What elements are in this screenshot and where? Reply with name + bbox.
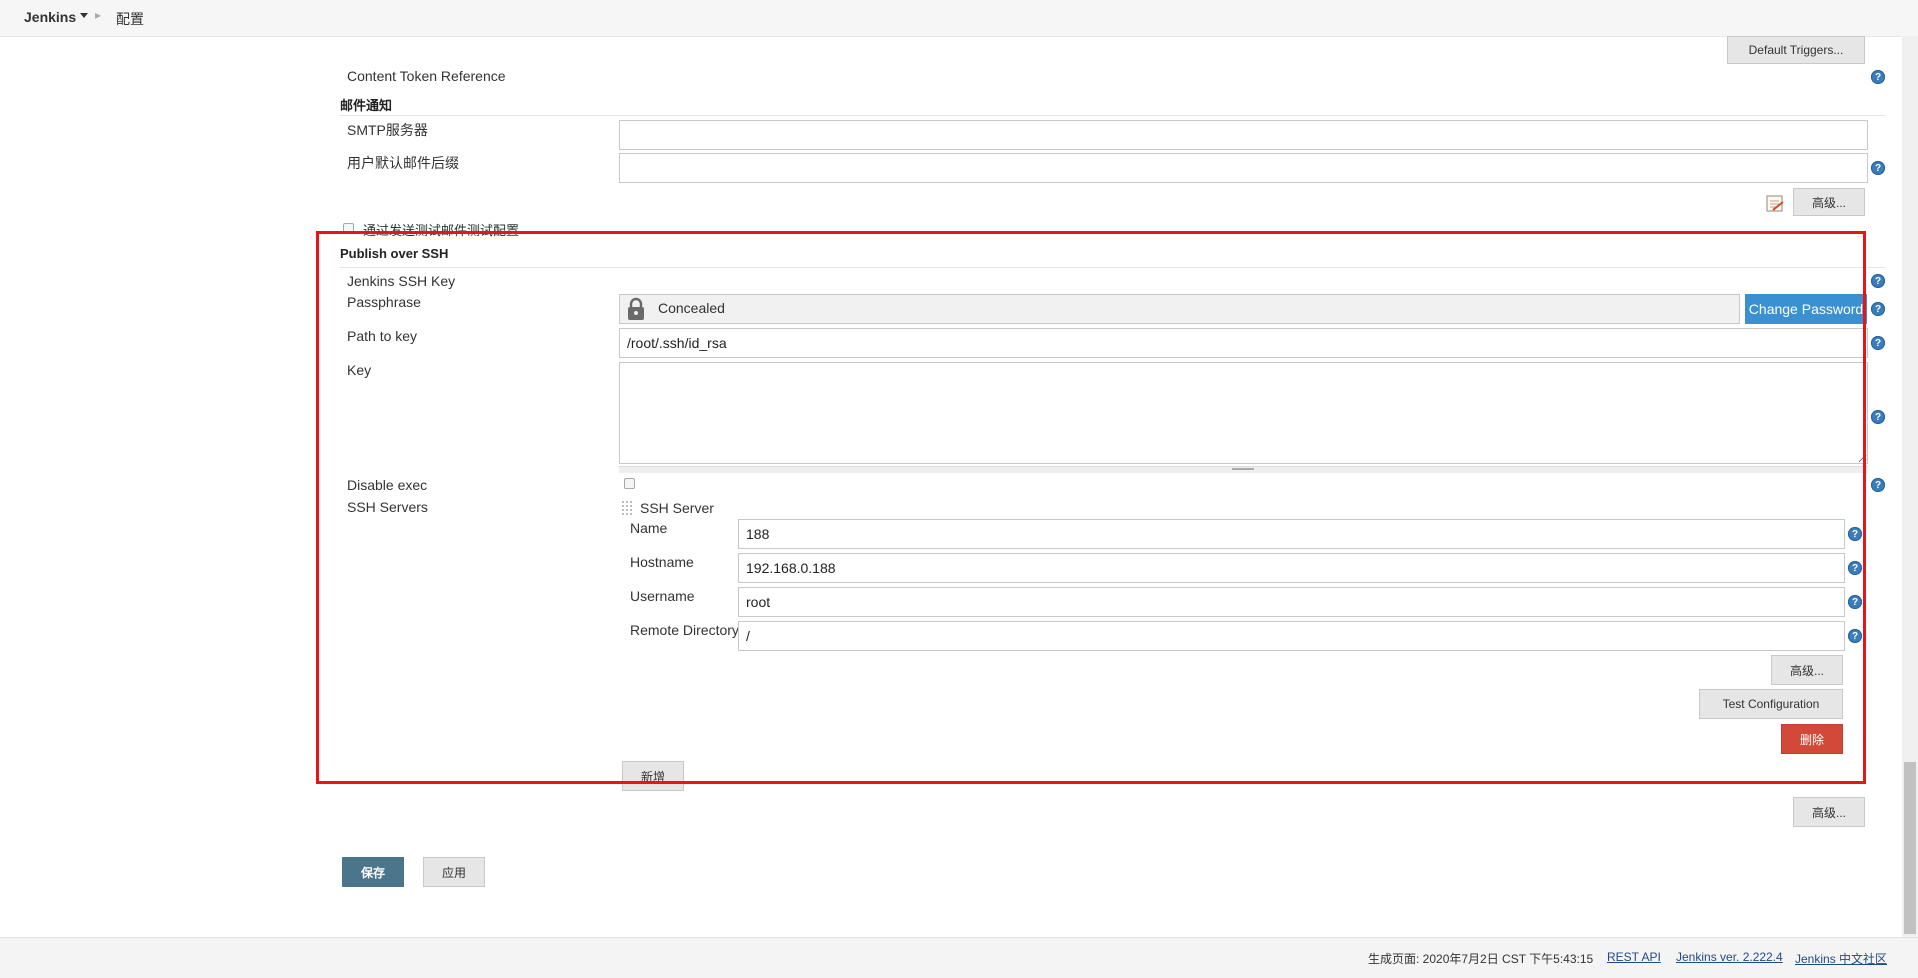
smtp-server-input[interactable] xyxy=(619,120,1868,150)
ssh-advanced-button[interactable]: 高级... xyxy=(1793,797,1865,827)
highlight-box xyxy=(316,231,1866,784)
save-button[interactable]: 保存 xyxy=(342,857,404,887)
default-triggers-button[interactable]: Default Triggers... xyxy=(1727,36,1865,64)
help-icon[interactable]: ? xyxy=(1871,302,1885,316)
default-suffix-input[interactable] xyxy=(619,153,1868,183)
content-token-reference-label: Content Token Reference xyxy=(347,68,506,84)
notepad-icon[interactable] xyxy=(1765,193,1785,213)
breadcrumb-home[interactable]: Jenkins xyxy=(24,9,76,25)
breadcrumb-bar xyxy=(0,0,1918,37)
help-icon[interactable]: ? xyxy=(1871,410,1885,424)
chevron-down-icon[interactable] xyxy=(80,13,88,18)
scrollbar-thumb[interactable] xyxy=(1904,762,1916,934)
breadcrumb-separator-icon: ▸ xyxy=(95,8,102,22)
apply-button[interactable]: 应用 xyxy=(423,857,485,887)
footer-version-link[interactable]: Jenkins ver. 2.222.4 xyxy=(1676,950,1783,964)
email-advanced-button[interactable]: 高级... xyxy=(1793,188,1865,216)
help-icon[interactable]: ? xyxy=(1871,478,1885,492)
footer-rest-api-link[interactable]: REST API xyxy=(1607,950,1661,964)
breadcrumb-current[interactable]: 配置 xyxy=(116,9,144,29)
smtp-server-label: SMTP服务器 xyxy=(347,122,428,138)
help-icon[interactable]: ? xyxy=(1871,161,1885,175)
footer-community-link[interactable]: Jenkins 中文社区 xyxy=(1795,950,1887,967)
help-icon[interactable]: ? xyxy=(1871,70,1885,84)
help-icon[interactable]: ? xyxy=(1871,336,1885,350)
help-icon[interactable]: ? xyxy=(1871,274,1885,288)
email-section-title: 邮件通知 xyxy=(340,98,393,113)
section-divider xyxy=(340,115,1885,116)
default-suffix-label: 用户默认邮件后缀 xyxy=(347,155,459,171)
footer-generated-time: 生成页面: 2020年7月2日 CST 下午5:43:15 xyxy=(1368,952,1594,966)
